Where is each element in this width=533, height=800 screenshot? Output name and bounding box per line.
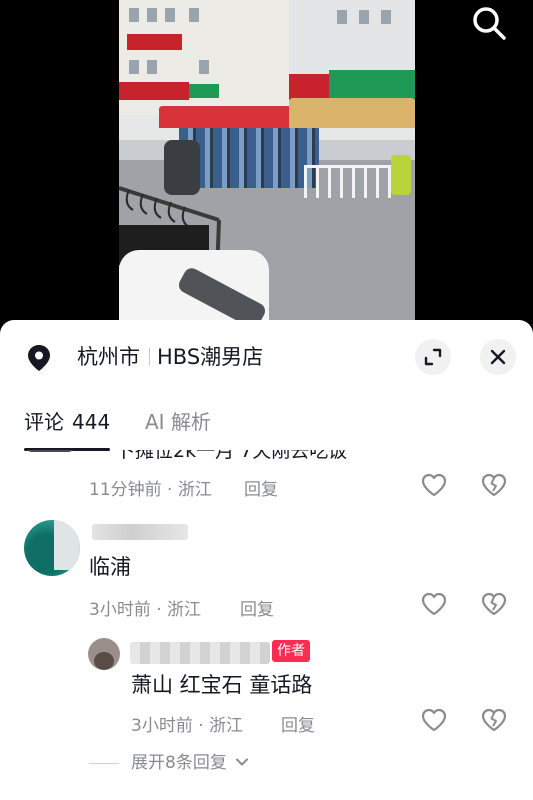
- like-icon[interactable]: [420, 590, 448, 618]
- like-icon[interactable]: [420, 471, 448, 499]
- comment-author[interactable]: [92, 524, 188, 540]
- reply-button[interactable]: 回复: [244, 475, 278, 500]
- close-icon: [490, 349, 506, 365]
- video-awning: [159, 106, 294, 128]
- like-icon[interactable]: [420, 706, 448, 734]
- comment-text: 卜摊位2k一月 7天刚去吃饭: [116, 450, 348, 462]
- meta-separator: ·: [192, 716, 210, 736]
- reply-text: 萧山 红宝石 童话路: [131, 673, 313, 697]
- reply-region: 浙江: [209, 716, 244, 736]
- video-frame: [119, 0, 415, 330]
- expand-replies-button[interactable]: 展开8条回复: [131, 750, 250, 776]
- location-shop: HBS潮男店: [157, 345, 264, 369]
- avatar-image: [94, 652, 114, 670]
- reply-time: 3小时前: [131, 716, 193, 736]
- video-police-line: [179, 128, 319, 188]
- tab-comments[interactable]: 评论 444: [24, 408, 110, 436]
- comment-meta: 11分钟前 · 浙江: [89, 475, 212, 500]
- avatar[interactable]: [88, 638, 120, 670]
- comment-list[interactable]: 卜摊位2k一月 7天刚去吃饭 11分钟前 · 浙江 回复 临浦 3小时前 · 浙…: [0, 450, 533, 800]
- dislike-icon[interactable]: [480, 706, 508, 734]
- reply-meta: 3小时前 · 浙江: [131, 711, 243, 736]
- location-city: 杭州市: [77, 345, 140, 369]
- tab-ai-analysis[interactable]: AI 解析: [145, 408, 211, 436]
- author-badge: 作者: [272, 640, 310, 662]
- search-icon: [473, 7, 506, 40]
- meta-separator: ·: [161, 480, 178, 500]
- video-worker: [391, 155, 411, 195]
- comment-time: 3小时前: [89, 600, 151, 620]
- expand-icon: [424, 348, 442, 366]
- video-building-right: [289, 0, 415, 110]
- video-railing: [304, 165, 394, 198]
- comment-region: 浙江: [167, 600, 202, 620]
- video-tent: [289, 98, 415, 128]
- video-building-left: [119, 0, 294, 115]
- comment-sheet: 杭州市 HBS潮男店 评论 444 AI 解析 卜摊位2k一月 7天刚去吃饭 11分…: [0, 320, 533, 800]
- avatar-blur: [54, 520, 80, 570]
- video-player[interactable]: [0, 0, 533, 340]
- expand-button[interactable]: [415, 339, 451, 375]
- location-pin-icon: [28, 345, 50, 371]
- comment-text: 临浦: [89, 555, 131, 579]
- tab-bar: 评论 444 AI 解析: [0, 404, 533, 452]
- location-text[interactable]: 杭州市 HBS潮男店: [77, 343, 263, 371]
- search-button[interactable]: [470, 4, 508, 42]
- reply-button[interactable]: 回复: [281, 711, 315, 736]
- reply-button[interactable]: 回复: [240, 595, 274, 620]
- comment-meta: 3小时前 · 浙江: [89, 595, 201, 620]
- expand-replies-label: 展开8条回复: [131, 753, 227, 773]
- reply-author-name[interactable]: [130, 642, 270, 664]
- avatar[interactable]: [24, 520, 80, 576]
- location-divider: [149, 348, 150, 366]
- divider: [89, 763, 119, 764]
- comment-region: 浙江: [177, 480, 212, 500]
- comment-time: 11分钟前: [89, 480, 162, 500]
- tab-comments-label: 评论: [24, 410, 64, 434]
- meta-separator: ·: [150, 600, 168, 620]
- chevron-down-icon: [236, 758, 249, 766]
- close-button[interactable]: [480, 339, 516, 375]
- avatar[interactable]: [24, 450, 76, 452]
- location-bar[interactable]: 杭州市 HBS潮男店: [0, 320, 533, 396]
- tab-comments-count: 444: [72, 410, 111, 434]
- dislike-icon[interactable]: [480, 471, 508, 499]
- dislike-icon[interactable]: [480, 590, 508, 618]
